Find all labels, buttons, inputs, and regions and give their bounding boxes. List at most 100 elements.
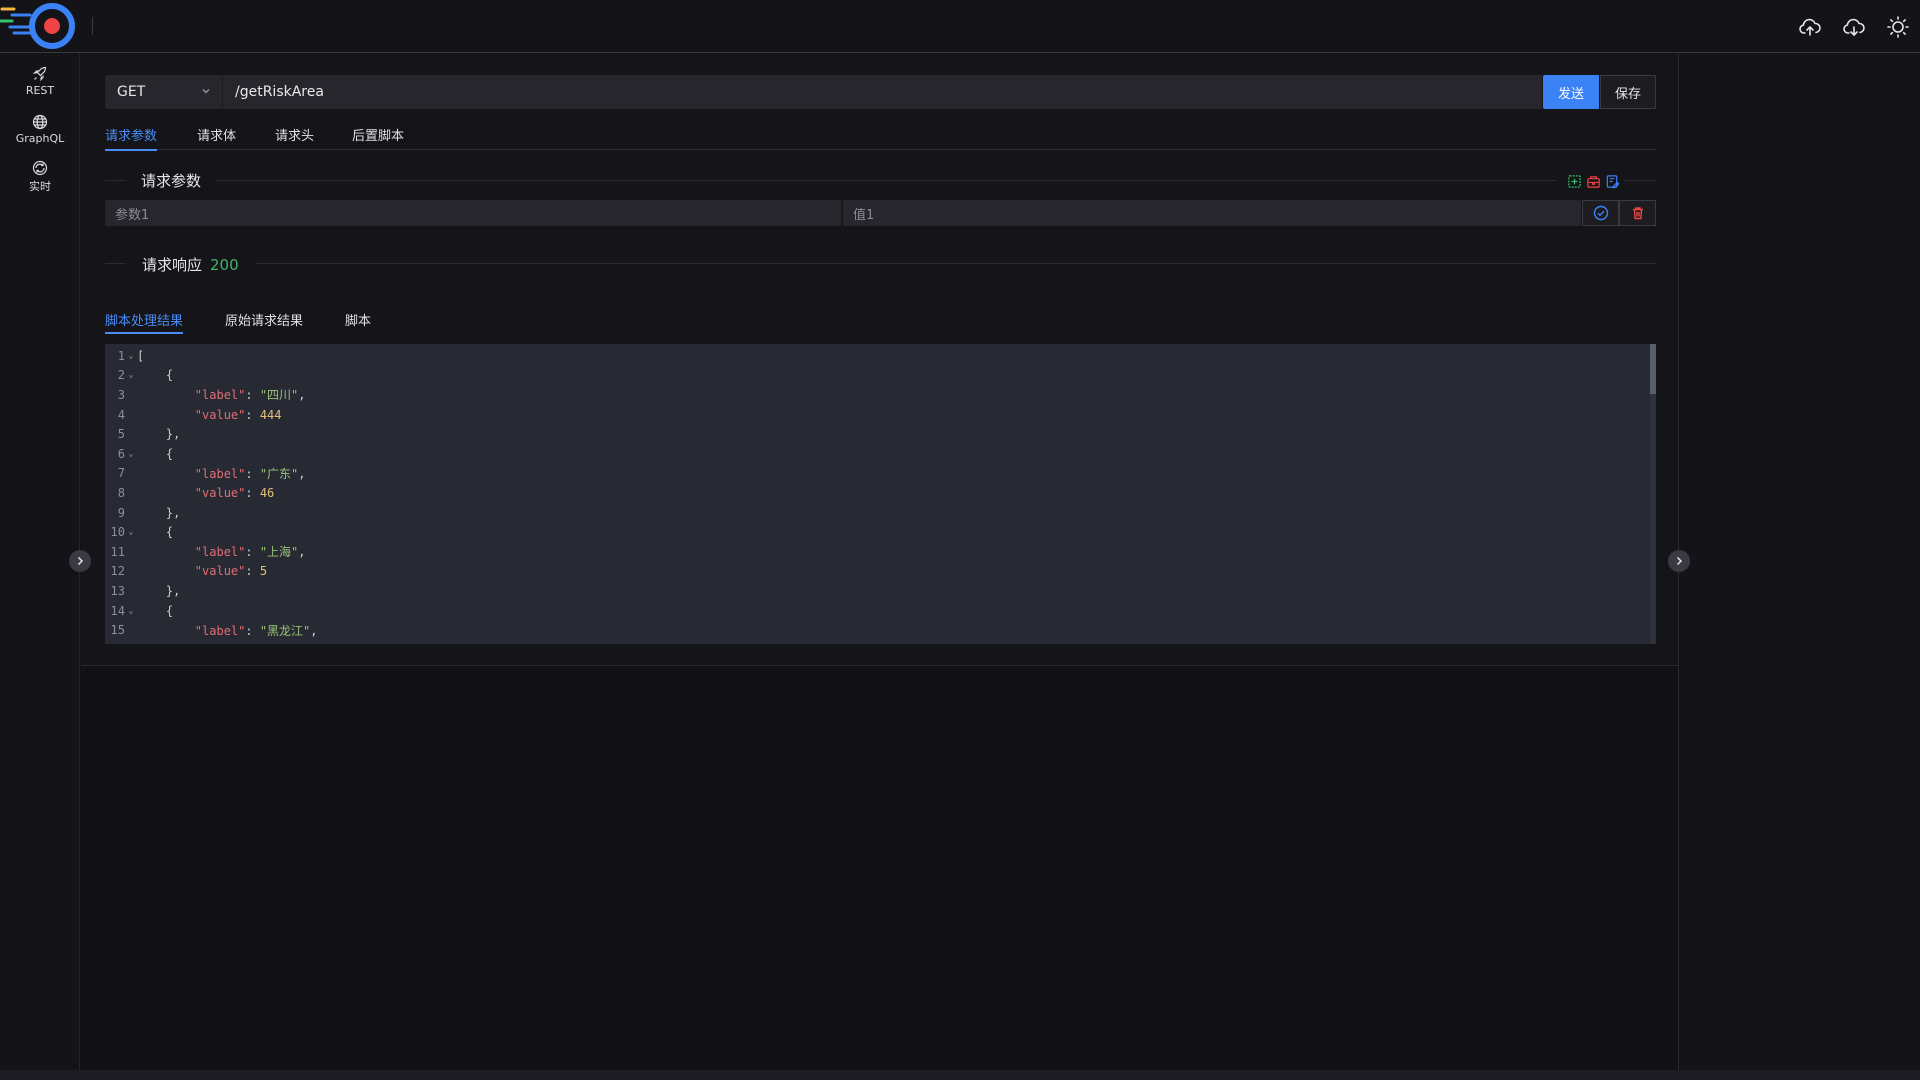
section-divider [256,263,1656,264]
tab-headers[interactable]: 请求头 [275,118,314,150]
sidebar-item-label: GraphQL [15,131,65,145]
method-value: GET [117,84,146,100]
code-line: 11 "label": "上海", [105,542,306,562]
fold-toggle-icon[interactable]: ⌄ [125,527,137,537]
section-divider [105,263,125,264]
line-number: 2 [117,368,125,383]
response-section-title: 请求响应 200 [142,254,239,275]
trash-icon [1632,207,1643,220]
chevron-right-icon [1676,556,1683,566]
line-number: 10 [110,525,125,540]
param-key-input[interactable]: 参数1 [105,200,842,226]
line-number: 9 [117,505,125,520]
line-number: 7 [117,466,125,481]
tab-script[interactable]: 脚本 [345,306,371,332]
code-line: 8 "value": 46 [105,483,275,503]
code-content: }, [165,505,181,520]
chevron-right-icon [77,556,84,566]
top-bar [0,0,1920,53]
param-enable-button[interactable] [1582,200,1619,226]
code-line: 12 "value": 5 [105,562,268,582]
request-tabs: 请求参数 请求体 请求头 后置脚本 [105,118,1656,151]
add-param-icon[interactable] [1565,172,1583,190]
line-number: 12 [110,564,125,579]
bulk-delete-icon[interactable] [1584,172,1602,190]
sidebar-item-graphql[interactable]: GraphQL [0,108,80,150]
code-line: 15 "label": "黑龙江", [105,620,318,640]
line-number: 13 [110,583,125,598]
sidebar-item-label: REST [25,83,55,97]
status-strip [0,1070,1920,1080]
url-input[interactable]: /getRiskArea [222,75,1542,109]
response-title-text: 请求响应 [142,256,203,274]
code-content: "value": 5 [194,564,268,579]
editor-scrollbar[interactable] [1650,344,1656,644]
logo-icon [0,3,75,49]
code-line: 5 }, [105,424,181,444]
send-button[interactable]: 发送 [1543,75,1599,109]
sidebar-item-rest[interactable]: REST [0,60,80,102]
collapse-right-button[interactable] [1668,550,1690,572]
params-section-title: 请求参数 [141,172,202,190]
line-number: 3 [117,387,125,402]
fold-toggle-icon[interactable]: ⌄ [125,606,137,616]
scrollbar-thumb[interactable] [1650,344,1656,394]
param-delete-button[interactable] [1619,200,1656,226]
section-divider [105,180,125,181]
topbar-divider [92,17,93,35]
code-line: 4 "value": 444 [105,405,282,425]
sun-icon[interactable] [1885,14,1911,40]
code-content: [ [137,348,145,363]
fold-toggle-icon[interactable]: ⌄ [125,449,137,459]
param-value-input[interactable]: 值1 [843,200,1581,226]
line-number: 6 [117,446,125,461]
code-line: 3 "label": "四川", [105,385,306,405]
code-content: { [165,368,174,383]
collapse-left-button[interactable] [69,550,91,572]
tab-script-result[interactable]: 脚本处理结果 [105,306,184,334]
save-button[interactable]: 保存 [1600,75,1656,109]
edit-list-icon[interactable] [1603,172,1621,190]
code-line: 10 ⌄ { [105,522,174,542]
line-number: 1 [117,348,125,363]
param-actions [1565,172,1621,190]
right-panel [1680,54,1920,1070]
method-select[interactable]: GET [105,75,222,109]
status-code: 200 [210,256,239,274]
fold-toggle-icon[interactable]: ⌄ [125,351,137,361]
line-number: 8 [117,485,125,500]
tab-raw-result[interactable]: 原始请求结果 [225,306,303,332]
section-divider [1624,180,1656,181]
code-content: "label": "上海", [194,545,306,560]
cloud-download-icon[interactable] [1841,14,1867,40]
cloud-upload-icon[interactable] [1797,14,1823,40]
url-value: /getRiskArea [235,84,324,100]
code-content: { [165,603,174,618]
line-number: 11 [110,544,125,559]
realtime-icon [32,160,48,176]
response-editor[interactable]: 1 ⌄[2 ⌄ {3 "label": "四川", 4 "value": 444 5 }… [105,344,1656,644]
code-line: 7 "label": "广东", [105,464,306,484]
code-content: "label": "黑龙江", [194,623,318,638]
line-number: 15 [110,623,125,638]
sidebar-item-label: 实时 [29,180,51,193]
code-content: { [165,525,174,540]
check-circle-icon [1593,205,1608,221]
fold-toggle-icon[interactable]: ⌄ [125,370,137,380]
code-line: 9 }, [105,503,181,523]
tab-post-script[interactable]: 后置脚本 [352,118,404,150]
tab-params[interactable]: 请求参数 [105,118,158,151]
code-line: 1 ⌄[ [105,346,144,366]
code-line: 2 ⌄ { [105,366,173,386]
app-logo[interactable] [0,0,80,53]
line-number: 14 [110,603,125,618]
line-number: 5 [117,427,125,442]
sidebar-item-realtime[interactable]: 实时 [0,156,80,198]
rocket-icon [32,66,47,81]
code-content: }, [165,583,181,598]
chevron-down-icon [202,89,210,94]
code-content: { [165,446,174,461]
tab-body[interactable]: 请求体 [197,118,236,150]
section-divider [216,180,1556,181]
sidebar: REST GraphQL 实时 [0,54,80,1070]
